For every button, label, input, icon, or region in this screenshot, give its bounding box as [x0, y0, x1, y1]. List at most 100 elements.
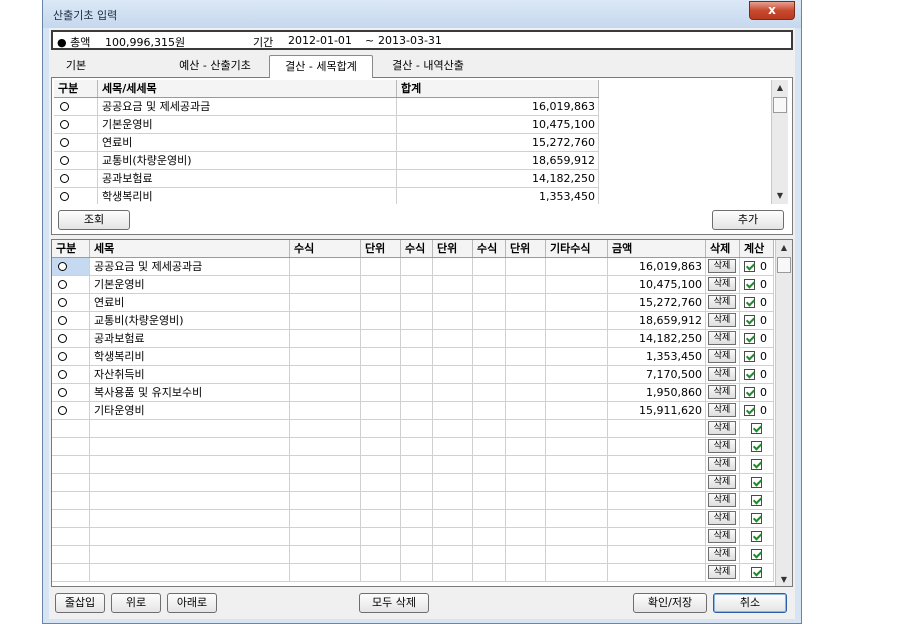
table-row[interactable]: 공공요금 및 제세공과금 16,019,863 삭제 0	[52, 258, 774, 276]
radio-icon[interactable]	[58, 352, 67, 361]
checkbox-icon[interactable]	[751, 495, 762, 506]
table-row[interactable]: 기본운영비 10,475,100	[54, 116, 599, 134]
table-row[interactable]: 삭제	[52, 492, 774, 510]
checkbox-icon[interactable]	[751, 567, 762, 578]
radio-icon[interactable]	[58, 280, 67, 289]
delete-all-button[interactable]: 모두 삭제	[359, 593, 429, 613]
row-delete-button[interactable]: 삭제	[708, 385, 736, 399]
row-select-cell[interactable]	[52, 402, 90, 419]
checkbox-icon[interactable]	[744, 297, 755, 308]
table-row[interactable]: 학생복리비 1,353,450 삭제 0	[52, 348, 774, 366]
checkbox-icon[interactable]	[744, 369, 755, 380]
radio-icon[interactable]	[60, 138, 69, 147]
row-select-cell[interactable]	[52, 348, 90, 365]
table-row[interactable]: 공과보험료 14,182,250	[54, 170, 599, 188]
radio-icon[interactable]	[60, 174, 69, 183]
table-row[interactable]: 삭제	[52, 564, 774, 582]
checkbox-icon[interactable]	[751, 549, 762, 560]
row-select-cell[interactable]	[52, 312, 90, 329]
row-delete-button[interactable]: 삭제	[708, 439, 736, 453]
checkbox-icon[interactable]	[744, 405, 755, 416]
checkbox-icon[interactable]	[751, 513, 762, 524]
checkbox-icon[interactable]	[744, 387, 755, 398]
row-delete-button[interactable]: 삭제	[708, 313, 736, 327]
detail-scrollbar[interactable]: ▲ ▼	[775, 240, 792, 586]
checkbox-icon[interactable]	[751, 531, 762, 542]
row-delete-button[interactable]: 삭제	[708, 331, 736, 345]
table-row[interactable]: 삭제	[52, 438, 774, 456]
scroll-thumb[interactable]	[777, 257, 791, 273]
row-select-cell[interactable]	[52, 258, 90, 275]
row-select-cell[interactable]	[52, 294, 90, 311]
table-row[interactable]: 연료비 15,272,760 삭제 0	[52, 294, 774, 312]
table-row[interactable]: 자산취득비 7,170,500 삭제 0	[52, 366, 774, 384]
checkbox-icon[interactable]	[744, 261, 755, 272]
row-select-cell[interactable]	[52, 564, 90, 581]
row-delete-button[interactable]: 삭제	[708, 403, 736, 417]
row-select-cell[interactable]	[52, 384, 90, 401]
row-select-cell[interactable]	[52, 510, 90, 527]
table-row[interactable]: 교통비(차량운영비) 18,659,912	[54, 152, 599, 170]
move-down-button[interactable]: 아래로	[167, 593, 217, 613]
table-row[interactable]: 기본운영비 10,475,100 삭제 0	[52, 276, 774, 294]
row-delete-button[interactable]: 삭제	[708, 547, 736, 561]
row-delete-button[interactable]: 삭제	[708, 565, 736, 579]
scroll-thumb[interactable]	[773, 97, 787, 113]
row-delete-button[interactable]: 삭제	[708, 421, 736, 435]
tab-settlement-sum[interactable]: 결산 - 세목합계	[269, 55, 373, 78]
row-select-cell[interactable]	[52, 438, 90, 455]
radio-icon[interactable]	[58, 316, 67, 325]
move-up-button[interactable]: 위로	[111, 593, 161, 613]
table-row[interactable]: 공공요금 및 제세공과금 16,019,863	[54, 98, 599, 116]
table-row[interactable]: 학생복리비 1,353,450	[54, 188, 599, 204]
row-delete-button[interactable]: 삭제	[708, 493, 736, 507]
row-select-cell[interactable]	[52, 528, 90, 545]
row-select-cell[interactable]	[54, 188, 98, 204]
radio-icon[interactable]	[60, 156, 69, 165]
radio-icon[interactable]	[60, 192, 69, 201]
radio-icon[interactable]	[58, 334, 67, 343]
row-delete-button[interactable]: 삭제	[708, 277, 736, 291]
row-delete-button[interactable]: 삭제	[708, 295, 736, 309]
row-select-cell[interactable]	[52, 456, 90, 473]
row-select-cell[interactable]	[52, 330, 90, 347]
row-delete-button[interactable]: 삭제	[708, 475, 736, 489]
radio-icon[interactable]	[60, 120, 69, 129]
row-delete-button[interactable]: 삭제	[708, 457, 736, 471]
row-select-cell[interactable]	[52, 420, 90, 437]
row-select-cell[interactable]	[52, 474, 90, 491]
row-delete-button[interactable]: 삭제	[708, 529, 736, 543]
radio-icon[interactable]	[58, 388, 67, 397]
scroll-down-icon[interactable]: ▼	[776, 572, 792, 586]
row-select-cell[interactable]	[52, 492, 90, 509]
row-select-cell[interactable]	[52, 276, 90, 293]
summary-scrollbar[interactable]: ▲ ▼	[771, 80, 788, 204]
row-delete-button[interactable]: 삭제	[708, 511, 736, 525]
table-row[interactable]: 삭제	[52, 510, 774, 528]
checkbox-icon[interactable]	[744, 333, 755, 344]
checkbox-icon[interactable]	[744, 315, 755, 326]
table-row[interactable]: 삭제	[52, 456, 774, 474]
table-row[interactable]: 연료비 15,272,760	[54, 134, 599, 152]
checkbox-icon[interactable]	[751, 423, 762, 434]
radio-icon[interactable]	[58, 370, 67, 379]
table-row[interactable]: 삭제	[52, 528, 774, 546]
tab-settlement-detail[interactable]: 결산 - 내역산출	[377, 57, 479, 77]
insert-row-button[interactable]: 줄삽입	[55, 593, 105, 613]
table-row[interactable]: 삭제	[52, 474, 774, 492]
row-select-cell[interactable]	[54, 134, 98, 151]
query-button[interactable]: 조회	[58, 210, 130, 230]
scroll-down-icon[interactable]: ▼	[772, 188, 788, 204]
table-row[interactable]: 교통비(차량운영비) 18,659,912 삭제 0	[52, 312, 774, 330]
row-select-cell[interactable]	[54, 170, 98, 187]
radio-icon[interactable]	[58, 262, 67, 271]
checkbox-icon[interactable]	[751, 477, 762, 488]
scroll-up-icon[interactable]: ▲	[776, 240, 792, 256]
table-row[interactable]: 삭제	[52, 420, 774, 438]
title-bar[interactable]: 산출기초 입력 x	[43, 0, 801, 28]
table-row[interactable]: 기타운영비 15,911,620 삭제 0	[52, 402, 774, 420]
radio-icon[interactable]	[58, 406, 67, 415]
tab-basic[interactable]: 기본	[61, 57, 91, 77]
table-row[interactable]: 복사용품 및 유지보수비 1,950,860 삭제 0	[52, 384, 774, 402]
checkbox-icon[interactable]	[751, 459, 762, 470]
